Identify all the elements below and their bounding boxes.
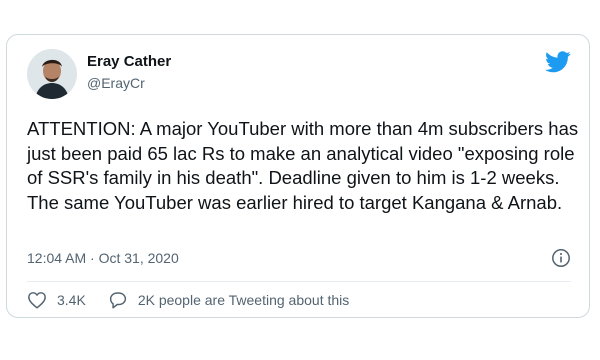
tweet-timestamp[interactable]: 12:04 AM · Oct 31, 2020 bbox=[27, 250, 179, 266]
tweet-text: ATTENTION: A major YouTuber with more th… bbox=[27, 118, 579, 213]
avatar-photo bbox=[27, 49, 77, 99]
display-name[interactable]: Eray Cather bbox=[87, 53, 171, 70]
conversation-label: 2K people are Tweeting about this bbox=[137, 292, 350, 308]
info-icon[interactable] bbox=[551, 248, 571, 268]
conversation-link[interactable]: 2K people are Tweeting about this bbox=[108, 291, 349, 309]
like-count: 3.4K bbox=[57, 292, 86, 308]
tweet-actions: 3.4K 2K people are Tweeting about this bbox=[27, 289, 349, 311]
heart-icon bbox=[28, 292, 46, 309]
user-handle[interactable]: @ErayCr bbox=[87, 75, 145, 91]
divider bbox=[27, 281, 571, 282]
avatar[interactable] bbox=[27, 49, 77, 99]
twitter-bird-icon[interactable] bbox=[545, 51, 571, 73]
like-button[interactable]: 3.4K bbox=[27, 291, 86, 309]
tweet-card: Eray Cather @ErayCr ATTENTION: A major Y… bbox=[6, 34, 590, 318]
speech-bubble-icon bbox=[109, 292, 126, 309]
